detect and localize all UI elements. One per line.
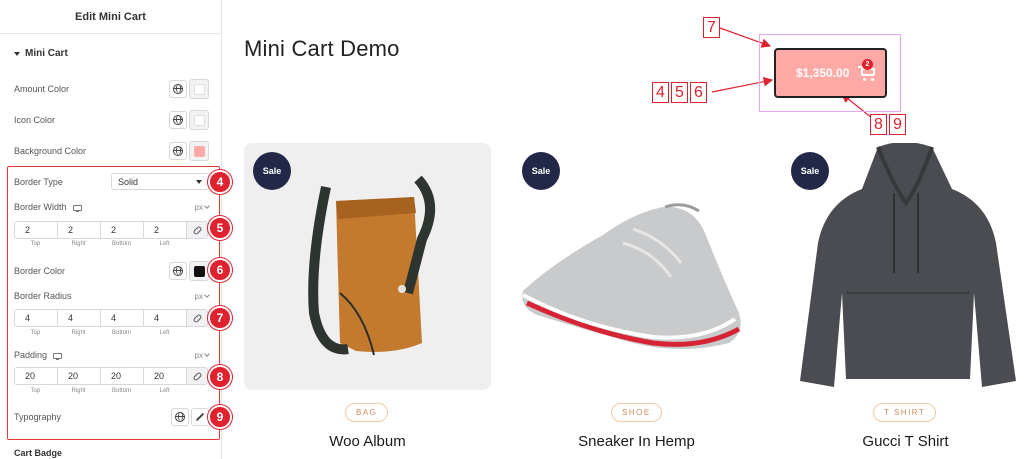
product-category-tag[interactable]: SHOE <box>611 403 662 422</box>
callout-number-9: 9 <box>889 114 906 135</box>
cart-count-badge: 2 <box>862 59 873 70</box>
sale-badge: Sale <box>253 152 291 190</box>
cart-amount: $1,350.00 <box>796 66 850 80</box>
product-title[interactable]: Gucci T Shirt <box>782 433 1024 450</box>
product-card-image[interactable]: Sale <box>782 143 1024 390</box>
sale-badge: Sale <box>522 152 560 190</box>
callout-number-8: 8 <box>870 114 887 135</box>
product-category-tag[interactable]: T SHIRT <box>873 403 937 422</box>
product-card-image[interactable]: Sale <box>513 143 760 390</box>
callout-number-7: 7 <box>703 17 720 38</box>
product-card-image[interactable]: Sale <box>244 143 491 390</box>
callout-number-5: 5 <box>671 82 688 103</box>
sale-badge: Sale <box>791 152 829 190</box>
callout-number-4: 4 <box>652 82 669 103</box>
product-title[interactable]: Woo Album <box>244 433 491 450</box>
mini-cart-button[interactable]: $1,350.00 2 <box>774 48 887 98</box>
cart-icon: 2 <box>858 59 876 81</box>
product-category-tag[interactable]: BAG <box>345 403 389 422</box>
callout-number-6: 6 <box>690 82 707 103</box>
product-title[interactable]: Sneaker In Hemp <box>513 433 760 450</box>
